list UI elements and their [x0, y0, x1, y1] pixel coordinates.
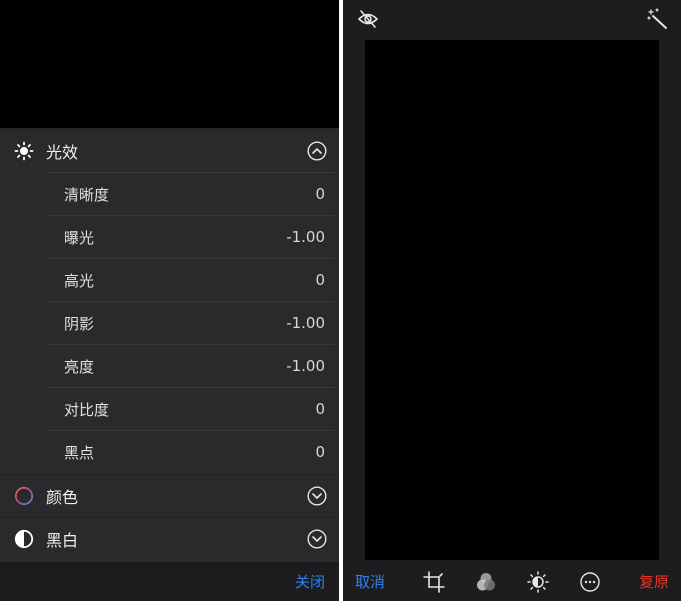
chevron-down-icon[interactable] [307, 486, 327, 506]
color-circle-icon [14, 486, 34, 506]
section-light[interactable]: 光效 [0, 129, 339, 172]
row-value: 0 [315, 443, 325, 461]
row-value: 0 [315, 185, 325, 203]
photo-preview [0, 0, 339, 128]
section-color[interactable]: 颜色 [0, 474, 339, 517]
adjust-row-shadows[interactable]: 阴影 -1.00 [47, 301, 335, 344]
close-button[interactable]: 关闭 [295, 571, 325, 592]
magic-wand-icon[interactable] [647, 8, 669, 30]
bottom-toolbar: 关闭 [0, 562, 339, 601]
row-label: 黑点 [64, 443, 95, 462]
row-label: 曝光 [64, 228, 95, 247]
filters-icon[interactable] [475, 571, 497, 593]
adjust-row-definition[interactable]: 清晰度 0 [47, 172, 335, 215]
half-circle-icon [14, 529, 34, 549]
adjust-icon[interactable] [527, 571, 549, 593]
crop-icon[interactable] [423, 571, 445, 593]
row-value: 0 [315, 271, 325, 289]
section-label: 黑白 [46, 531, 79, 550]
section-black-white[interactable]: 黑白 [0, 517, 339, 560]
row-label: 阴影 [64, 314, 95, 333]
chevron-down-icon[interactable] [307, 529, 327, 549]
adjust-row-contrast[interactable]: 对比度 0 [47, 387, 335, 430]
editor-toolbar: 取消 复原 [343, 562, 681, 601]
sun-icon [14, 141, 34, 161]
row-label: 清晰度 [64, 185, 110, 204]
row-value: -1.00 [286, 228, 325, 246]
section-label: 颜色 [46, 488, 79, 507]
top-bar [343, 0, 681, 38]
row-label: 高光 [64, 271, 95, 290]
row-value: -1.00 [286, 357, 325, 375]
row-value: 0 [315, 400, 325, 418]
revert-button[interactable]: 复原 [639, 571, 669, 592]
more-icon[interactable] [579, 571, 601, 593]
hide-original-eye-icon[interactable] [357, 9, 379, 29]
adjust-panel: 光效 清晰度 0 曝光 -1.00 高光 0 阴影 -1.00 亮度 -1.00… [0, 0, 339, 601]
row-label: 亮度 [64, 357, 95, 376]
row-value: -1.00 [286, 314, 325, 332]
adjust-row-highlights[interactable]: 高光 0 [47, 258, 335, 301]
photo-canvas[interactable] [365, 40, 659, 560]
adjust-row-black-point[interactable]: 黑点 0 [47, 430, 335, 473]
adjust-row-brightness[interactable]: 亮度 -1.00 [47, 344, 335, 387]
adjust-row-exposure[interactable]: 曝光 -1.00 [47, 215, 335, 258]
chevron-up-icon[interactable] [307, 141, 327, 161]
row-label: 对比度 [64, 400, 110, 419]
section-label: 光效 [46, 143, 79, 162]
cancel-button[interactable]: 取消 [355, 571, 385, 592]
photo-editor: 取消 复原 [343, 0, 681, 601]
